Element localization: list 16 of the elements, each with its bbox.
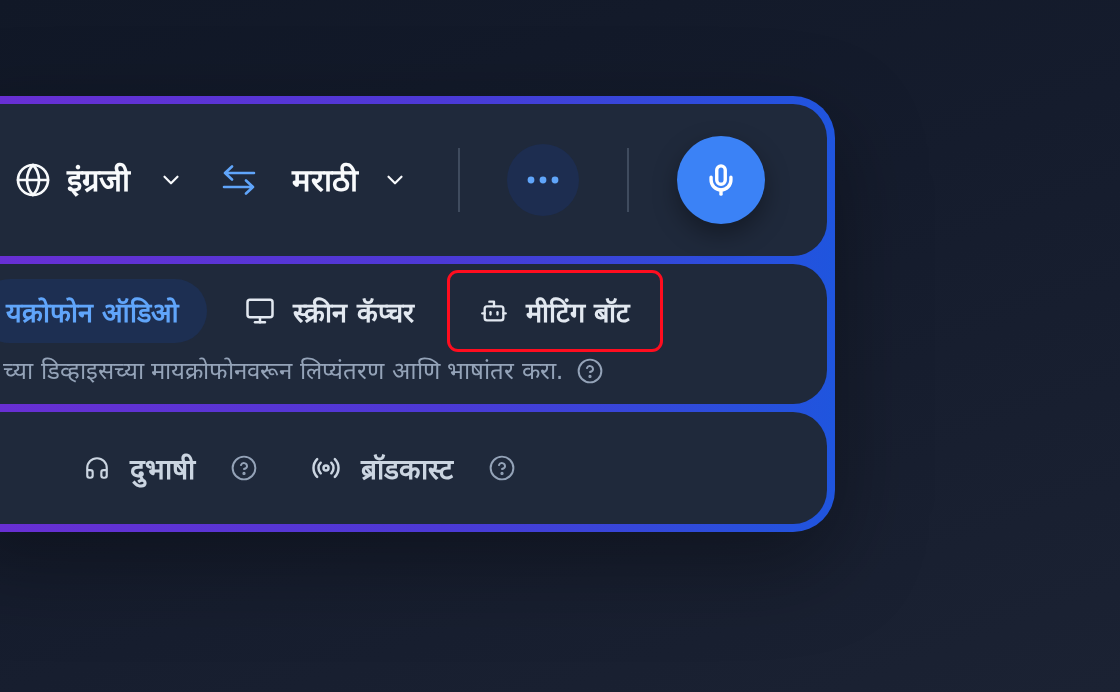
monitor-icon	[245, 296, 276, 326]
source-tab[interactable]: स्क्रीन कॅप्चर	[217, 279, 442, 343]
source-tab[interactable]: यक्रोफोन ऑडिओ	[0, 279, 208, 343]
headphones-icon	[84, 455, 110, 481]
more-icon	[527, 176, 559, 184]
source-language-select[interactable]: इंग्रजी	[15, 160, 184, 200]
target-language-select[interactable]: मराठी	[292, 160, 408, 200]
help-icon[interactable]	[231, 455, 257, 481]
mode-button[interactable]: ब्रॉडकास्ट	[291, 440, 473, 496]
swap-icon[interactable]	[222, 165, 256, 195]
source-tab[interactable]: मीटिंग बॉट	[451, 279, 659, 343]
globe-icon	[15, 162, 51, 198]
mode-button[interactable]: दुभाषी	[64, 440, 215, 496]
source-description: च्या डिव्हाइसच्या मायक्रोफोनवरून लिप्यंतरण आणि भाषांतर करा.	[3, 357, 564, 385]
help-icon[interactable]	[489, 455, 515, 481]
help-icon[interactable]	[577, 358, 604, 384]
